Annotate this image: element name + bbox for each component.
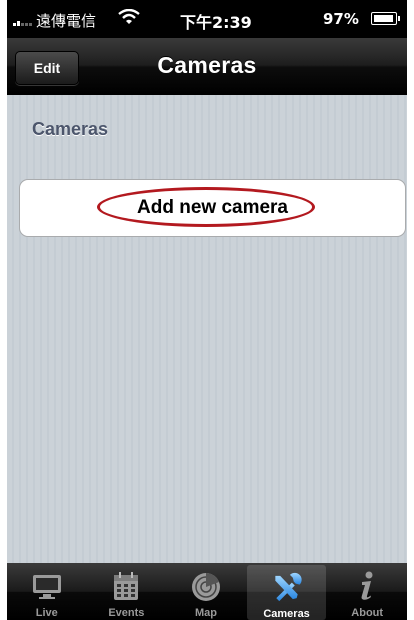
page-title: Cameras [157,52,257,78]
wifi-icon [118,9,140,24]
tab-label: Events [108,607,145,619]
add-new-camera-label: Add new camera [137,197,288,218]
tab-bar: Live Events Map Cameras About [7,563,407,620]
calendar-icon [114,572,139,600]
tab-events[interactable]: Events [87,563,167,620]
phone-screen: 遠傳電信 下午2:39 97% Edit Cameras Cameras Add… [7,0,407,620]
monitor-icon [32,575,61,599]
tab-live[interactable]: Live [7,563,87,620]
radar-icon [191,573,220,601]
signal-strength-icon [13,16,32,26]
status-time: 下午2:39 [180,13,252,32]
tab-about[interactable]: About [327,563,407,620]
tab-map[interactable]: Map [166,563,246,620]
navigation-bar: Edit Cameras [7,38,407,95]
battery-percent: 97% [323,10,359,28]
add-new-camera-button[interactable]: Add new camera [19,179,406,237]
cameras-list[interactable]: Cameras Add new camera [7,95,407,563]
tab-label: Cameras [263,608,310,620]
tab-cameras[interactable]: Cameras [246,565,327,620]
tab-label: Map [194,607,217,619]
tab-label: Live [35,607,58,619]
battery-icon [371,12,400,25]
info-icon [361,571,373,600]
tab-label: About [351,607,384,619]
section-header: Cameras [32,119,109,139]
carrier: 遠傳電信 [13,10,96,31]
carrier-name: 遠傳電信 [36,12,97,30]
tools-icon [274,572,302,602]
status-bar: 遠傳電信 下午2:39 97% [7,0,407,38]
